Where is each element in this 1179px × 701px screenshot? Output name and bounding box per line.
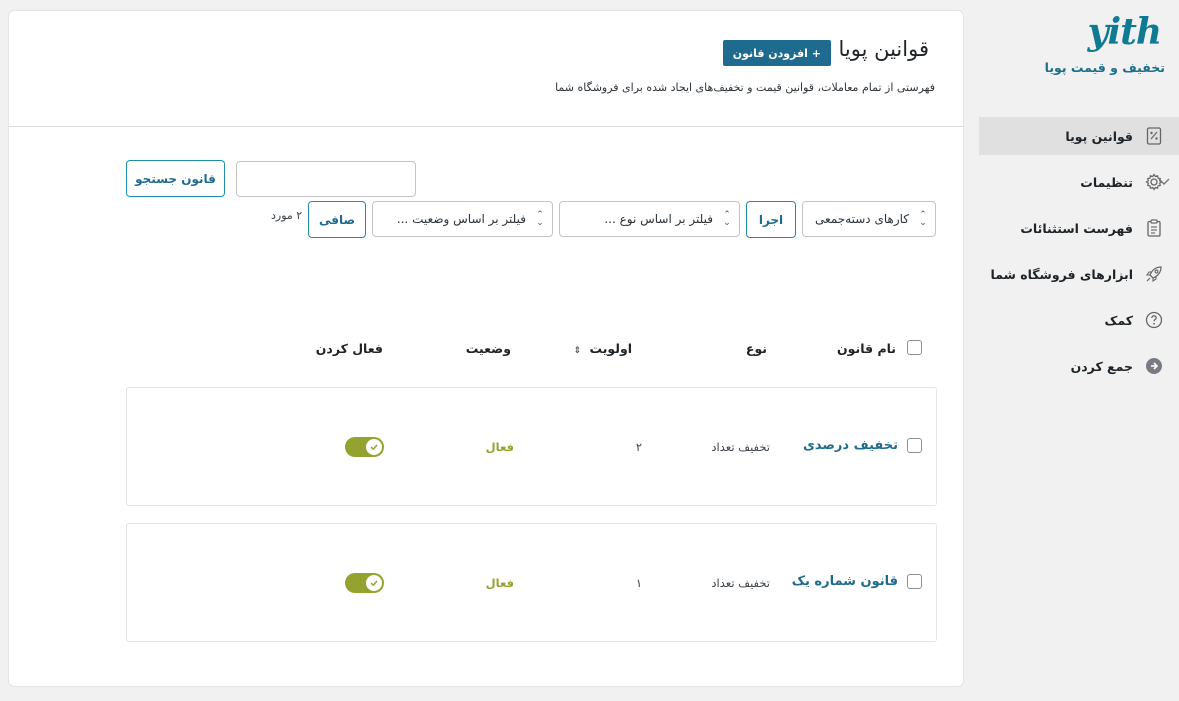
table-row: تخفیف درصدی تخفیف تعداد ۲ فعال — [126, 387, 937, 506]
sidebar-item-store-tools[interactable]: ابزارهای فروشگاه شما — [979, 255, 1179, 293]
select-arrows-icon: ⌃ ⌄ — [723, 210, 731, 228]
row-checkbox[interactable] — [907, 438, 922, 453]
sidebar-item-label: کمک — [1104, 312, 1133, 328]
sidebar-item-collapse[interactable]: جمع کردن — [979, 347, 1179, 385]
sidebar-item-exclusions[interactable]: فهرست استثنائات — [979, 209, 1179, 247]
column-header-name[interactable]: نام قانون — [837, 341, 896, 356]
sidebar-item-label: فهرست استثنائات — [1020, 220, 1133, 236]
column-header-enable: فعال کردن — [315, 341, 383, 356]
sidebar-item-label: تنظیمات — [1080, 174, 1133, 190]
page-title: قوانین پویا — [838, 37, 929, 61]
check-icon — [366, 575, 382, 591]
collapse-arrow-icon — [1145, 357, 1163, 375]
bulk-actions-select[interactable]: ⌃ ⌄ کارهای دسته‌جمعی — [802, 201, 936, 237]
select-all-checkbox[interactable] — [907, 340, 922, 355]
page-subtitle: فهرستی از تمام معاملات، قوانین قیمت و تخ… — [555, 81, 935, 94]
enable-toggle[interactable] — [345, 573, 384, 593]
status-badge: فعال — [485, 576, 514, 590]
items-count: ۲ مورد — [271, 209, 303, 222]
rule-type: تخفیف تعداد — [711, 440, 770, 454]
status-badge: فعال — [485, 440, 514, 454]
sidebar-item-help[interactable]: کمک — [979, 301, 1179, 339]
sidebar-nav: قوانین پویا تنظیمات فهرست استثنائات ابزا… — [979, 117, 1179, 393]
rule-name-link[interactable]: تخفیف درصدی — [803, 438, 898, 453]
sidebar-item-label: قوانین پویا — [1065, 128, 1133, 144]
row-checkbox[interactable] — [907, 574, 922, 589]
rule-type: تخفیف تعداد — [711, 576, 770, 590]
sidebar-item-label: جمع کردن — [1070, 358, 1133, 374]
check-icon — [366, 439, 382, 455]
search-rule-button[interactable]: قانون جستجو — [126, 160, 225, 197]
percent-doc-icon — [1145, 127, 1163, 145]
apply-button[interactable]: اجرا — [746, 201, 796, 238]
filter-status-select[interactable]: ⌃ ⌄ فیلتر بر اساس وضعیت ... — [372, 201, 553, 237]
rocket-icon — [1145, 265, 1163, 283]
filter-type-select[interactable]: ⌃ ⌄ فیلتر بر اساس نوع ... — [559, 201, 740, 237]
search-input[interactable] — [236, 161, 416, 197]
sidebar-item-label: ابزارهای فروشگاه شما — [990, 266, 1134, 282]
table-row: قانون شماره یک تخفیف تعداد ۱ فعال — [126, 523, 937, 642]
enable-toggle[interactable] — [345, 437, 384, 457]
sort-icon: ⇕ — [573, 346, 582, 356]
add-rule-button[interactable]: + افزودن قانون — [722, 40, 831, 66]
select-arrows-icon: ⌃ ⌄ — [536, 210, 544, 228]
rule-priority: ۱ — [635, 576, 642, 590]
column-header-priority[interactable]: اولویت ⇕ — [574, 341, 632, 356]
filter-button[interactable]: صافی — [308, 201, 366, 238]
chevron-down-icon[interactable] — [1157, 175, 1171, 190]
clipboard-icon — [1145, 219, 1163, 237]
brand: yith تخفیف و قیمت پویا — [995, 10, 1165, 75]
sidebar-item-dynamic-rules[interactable]: قوانین پویا — [979, 117, 1179, 155]
brand-subtitle: تخفیف و قیمت پویا — [1044, 60, 1165, 75]
help-icon — [1145, 311, 1163, 329]
rule-priority: ۲ — [635, 440, 642, 454]
rule-name-link[interactable]: قانون شماره یک — [792, 574, 898, 589]
column-header-status: وضعیت — [465, 341, 511, 356]
select-arrows-icon: ⌃ ⌄ — [919, 210, 927, 228]
column-header-label: اولویت — [589, 341, 632, 356]
sidebar-item-settings[interactable]: تنظیمات — [979, 163, 1179, 201]
column-header-type[interactable]: نوع — [746, 341, 767, 356]
page-header: قوانین پویا + افزودن قانون فهرستی از تما… — [9, 11, 963, 127]
sidebar: yith تخفیف و قیمت پویا قوانین پویا تنظیم… — [979, 0, 1179, 701]
main-panel: قوانین پویا + افزودن قانون فهرستی از تما… — [8, 10, 964, 687]
yith-logo: yith — [1087, 11, 1162, 53]
